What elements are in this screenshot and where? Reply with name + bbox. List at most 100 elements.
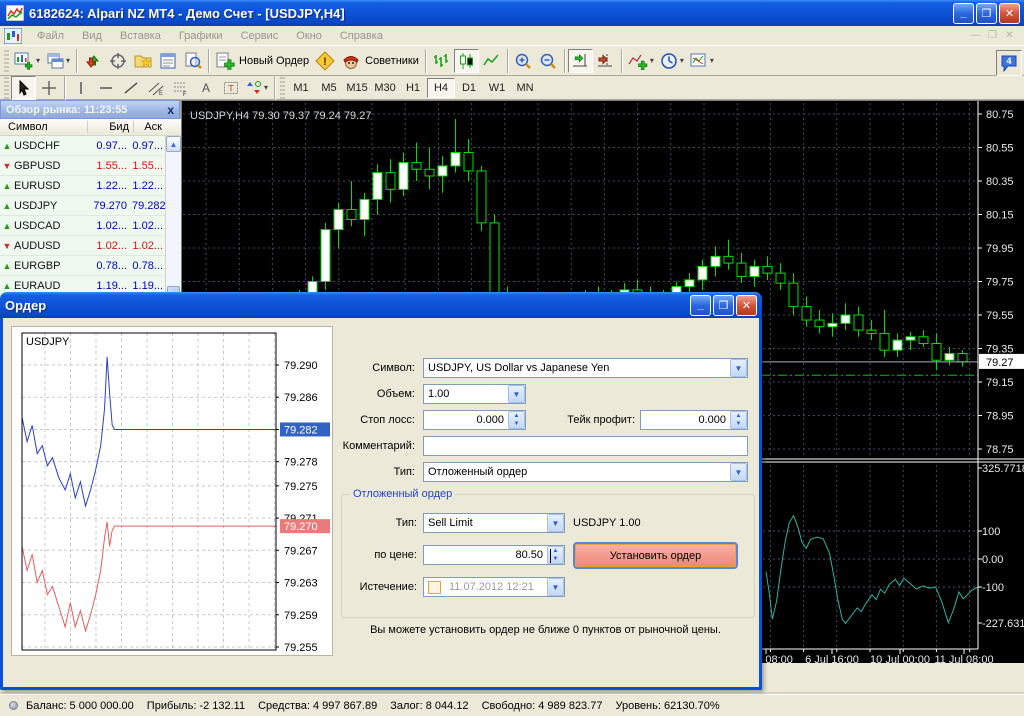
dropdown-caret-icon[interactable]: ▾ [650,56,654,65]
chevron-down-icon[interactable]: ▼ [547,514,564,532]
label-button[interactable]: T [218,76,243,100]
arrows-button[interactable]: ▾ [243,76,271,100]
column-symbol[interactable]: Символ [0,121,88,133]
spinner-arrows-icon[interactable]: ▲▼ [508,411,525,429]
price-input[interactable]: 80.50 ▲▼ [423,545,565,565]
zoom-out-button[interactable] [536,49,561,73]
fibonacci-button[interactable]: F [168,76,193,100]
spinner-arrows-icon[interactable]: ▲▼ [730,411,747,429]
bar-chart-button[interactable] [429,49,454,73]
periods-button[interactable]: ▾ [657,49,687,73]
window-minimize-button[interactable]: _ [953,3,974,24]
toolbar-grip[interactable] [4,77,9,99]
mql-community-button[interactable]: 4 [996,50,1022,76]
channel-button[interactable]: E [143,76,168,100]
menu-вставка[interactable]: Вставка [111,28,170,44]
navigator-button[interactable] [130,49,155,73]
timeframe-button-w1[interactable]: W1 [483,78,511,98]
mdi-close-button[interactable]: ✕ [1001,28,1018,43]
text-button[interactable]: A [193,76,218,100]
takeprofit-input[interactable]: 0.000 ▲▼ [640,410,748,430]
chevron-down-icon[interactable]: ▼ [508,385,525,403]
scrollbar-up-arrow-icon[interactable]: ▲ [166,136,181,152]
market-watch-row-eurusd[interactable]: ▲EURUSD1.22...1.22... [0,176,165,196]
timeframe-button-m15[interactable]: M15 [343,78,371,98]
market-watch-row-eurgbp[interactable]: ▲EURGBP0.78...0.78... [0,256,165,276]
menu-справка[interactable]: Справка [331,28,392,44]
menu-вид[interactable]: Вид [73,28,111,44]
stoploss-input[interactable]: 0.000 ▲▼ [423,410,526,430]
place-order-button[interactable]: Установить ордер [575,544,736,567]
pending-type-select[interactable]: Sell Limit ▼ [423,513,565,533]
new-order-button[interactable]: Новый Ордер [212,49,312,73]
dropdown-caret-icon[interactable]: ▾ [680,56,684,65]
menu-файл[interactable]: Файл [28,28,73,44]
chevron-down-icon[interactable]: ▼ [730,463,747,481]
toolbar-grip[interactable] [280,77,285,99]
dialog-minimize-button[interactable]: _ [690,295,711,316]
data-window-button[interactable] [105,49,130,73]
timeframe-button-h4[interactable]: H4 [427,78,455,98]
strategy-tester-button[interactable] [180,49,205,73]
dropdown-caret-icon[interactable]: ▾ [710,56,714,65]
dropdown-caret-icon[interactable]: ▾ [36,56,40,65]
cursor-button[interactable] [11,76,36,100]
dropdown-caret-icon[interactable]: ▾ [66,56,70,65]
column-ask[interactable]: Аск [134,121,164,133]
order-type-select[interactable]: Отложенный ордер ▼ [423,462,748,482]
symbol-select[interactable]: USDJPY, US Dollar vs Japanese Yen ▼ [423,358,748,378]
expiry-checkbox[interactable] [428,581,441,594]
timeframe-button-m1[interactable]: M1 [287,78,315,98]
dialog-maximize-button[interactable]: ❐ [713,295,734,316]
new-chart-button[interactable]: ▾ [11,49,43,73]
market-watch-row-usdcad[interactable]: ▲USDCAD1.02...1.02... [0,216,165,236]
profiles-button[interactable]: ▾ [43,49,73,73]
expert-advisors-button[interactable]: Советники [338,49,422,73]
window-maximize-button[interactable]: ❐ [976,3,997,24]
metaeditor-button[interactable]: ! [312,49,338,73]
menu-сервис[interactable]: Сервис [232,28,288,44]
market-watch-button[interactable] [80,49,105,73]
market-watch-close-icon[interactable]: x [167,103,174,117]
trendline-button[interactable] [118,76,143,100]
dropdown-caret-icon[interactable]: ▾ [264,83,268,92]
chart-shift-button[interactable] [593,49,618,73]
market-watch-row-usdjpy[interactable]: ▲USDJPY79.27079.282 [0,196,165,216]
timeframe-button-m5[interactable]: M5 [315,78,343,98]
expiry-select[interactable]: 11.07.2012 12:21 ▼ [423,577,565,597]
mdi-restore-button[interactable]: ❐ [984,28,1001,43]
dialog-close-button[interactable]: ✕ [736,295,757,316]
volume-select[interactable]: 1.00 ▼ [423,384,526,404]
vertical-line-button[interactable] [68,76,93,100]
column-bid[interactable]: Бид [88,121,134,133]
comment-input[interactable] [423,436,748,456]
robot-icon [341,52,361,70]
line-chart-button[interactable] [479,49,504,73]
toolbar-grip[interactable] [4,50,9,72]
chevron-down-icon[interactable]: ▼ [730,359,747,377]
market-watch-row-gbpusd[interactable]: ▼GBPUSD1.55...1.55... [0,156,165,176]
menu-окно[interactable]: Окно [287,28,331,44]
candlestick-chart-button[interactable] [454,49,479,73]
indicators-button[interactable]: ▾ [625,49,657,73]
mdi-minimize-button[interactable]: — [967,28,984,43]
timeframe-button-mn[interactable]: MN [511,78,539,98]
timeframe-button-d1[interactable]: D1 [455,78,483,98]
menu-графики[interactable]: Графики [170,28,232,44]
timeframe-button-m30[interactable]: M30 [371,78,399,98]
window-close-button[interactable]: ✕ [999,3,1020,24]
market-watch-row-audusd[interactable]: ▼AUDUSD1.02...1.02... [0,236,165,256]
market-watch-header[interactable]: Обзор рынка: 11:23:55 x [0,100,180,119]
auto-scroll-button[interactable] [568,49,593,73]
order-dialog-titlebar[interactable]: Ордер _ ❐ ✕ [0,292,762,318]
crosshair-button[interactable] [36,76,61,100]
chevron-down-icon[interactable]: ▼ [547,578,564,596]
zoom-in-button[interactable] [511,49,536,73]
terminal-button[interactable] [155,49,180,73]
timeframe-button-h1[interactable]: H1 [399,78,427,98]
market-watch-scrollbar[interactable]: ▲ [165,136,181,318]
horizontal-line-button[interactable] [93,76,118,100]
templates-button[interactable]: ▾ [687,49,717,73]
market-watch-row-usdchf[interactable]: ▲USDCHF0.97...0.97... [0,136,165,156]
account-summary: Баланс: 5 000 000.00Прибыль: -2 132.11Ср… [26,700,733,712]
